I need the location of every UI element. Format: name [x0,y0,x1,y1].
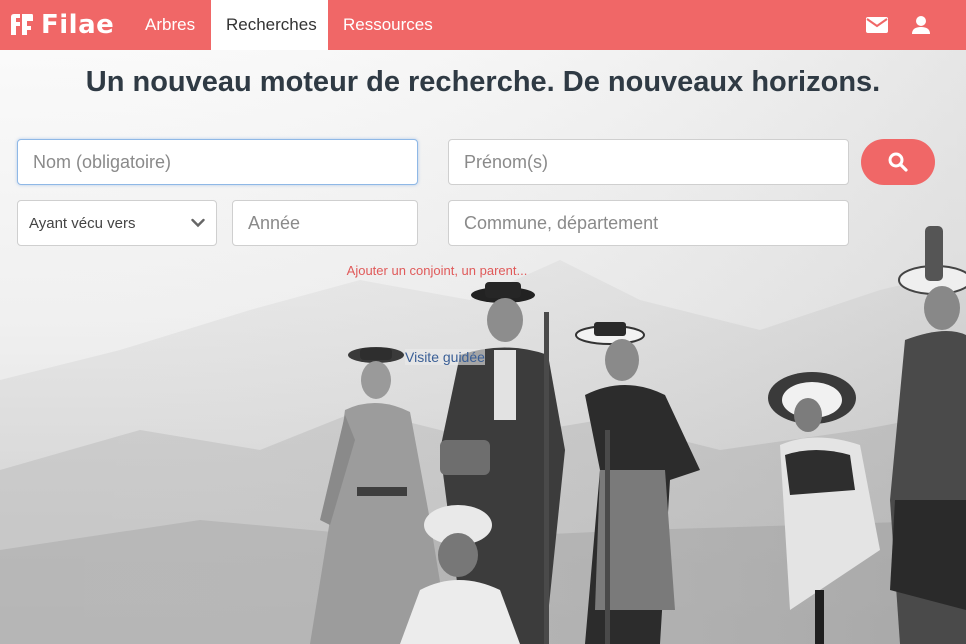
surname-input[interactable] [17,139,418,185]
search-button[interactable] [861,139,935,185]
place-input[interactable] [448,200,849,246]
firstname-input[interactable] [448,139,849,185]
mail-icon[interactable] [865,14,889,36]
user-icon[interactable] [909,14,933,36]
guided-tour-link[interactable]: Visite guidée [405,349,485,365]
tab-recherches[interactable]: Recherches [211,0,328,50]
period-select-value: Ayant vécu vers [29,214,136,232]
add-relative-link[interactable]: Ajouter un conjoint, un parent... [0,263,874,278]
filae-logo[interactable]: Filae [8,9,114,41]
chevron-down-icon [191,218,205,228]
tab-ressources[interactable]: Ressources [328,0,448,50]
year-input[interactable] [232,200,418,246]
brand-name: Filae [41,10,115,40]
top-navbar: Filae Arbres Recherches Ressources [0,0,966,50]
period-select[interactable]: Ayant vécu vers [17,200,217,246]
page-title: Un nouveau moteur de recherche. De nouve… [85,66,881,98]
search-icon [888,152,908,172]
filae-logo-icon [11,14,33,35]
tab-arbres[interactable]: Arbres [130,0,210,50]
